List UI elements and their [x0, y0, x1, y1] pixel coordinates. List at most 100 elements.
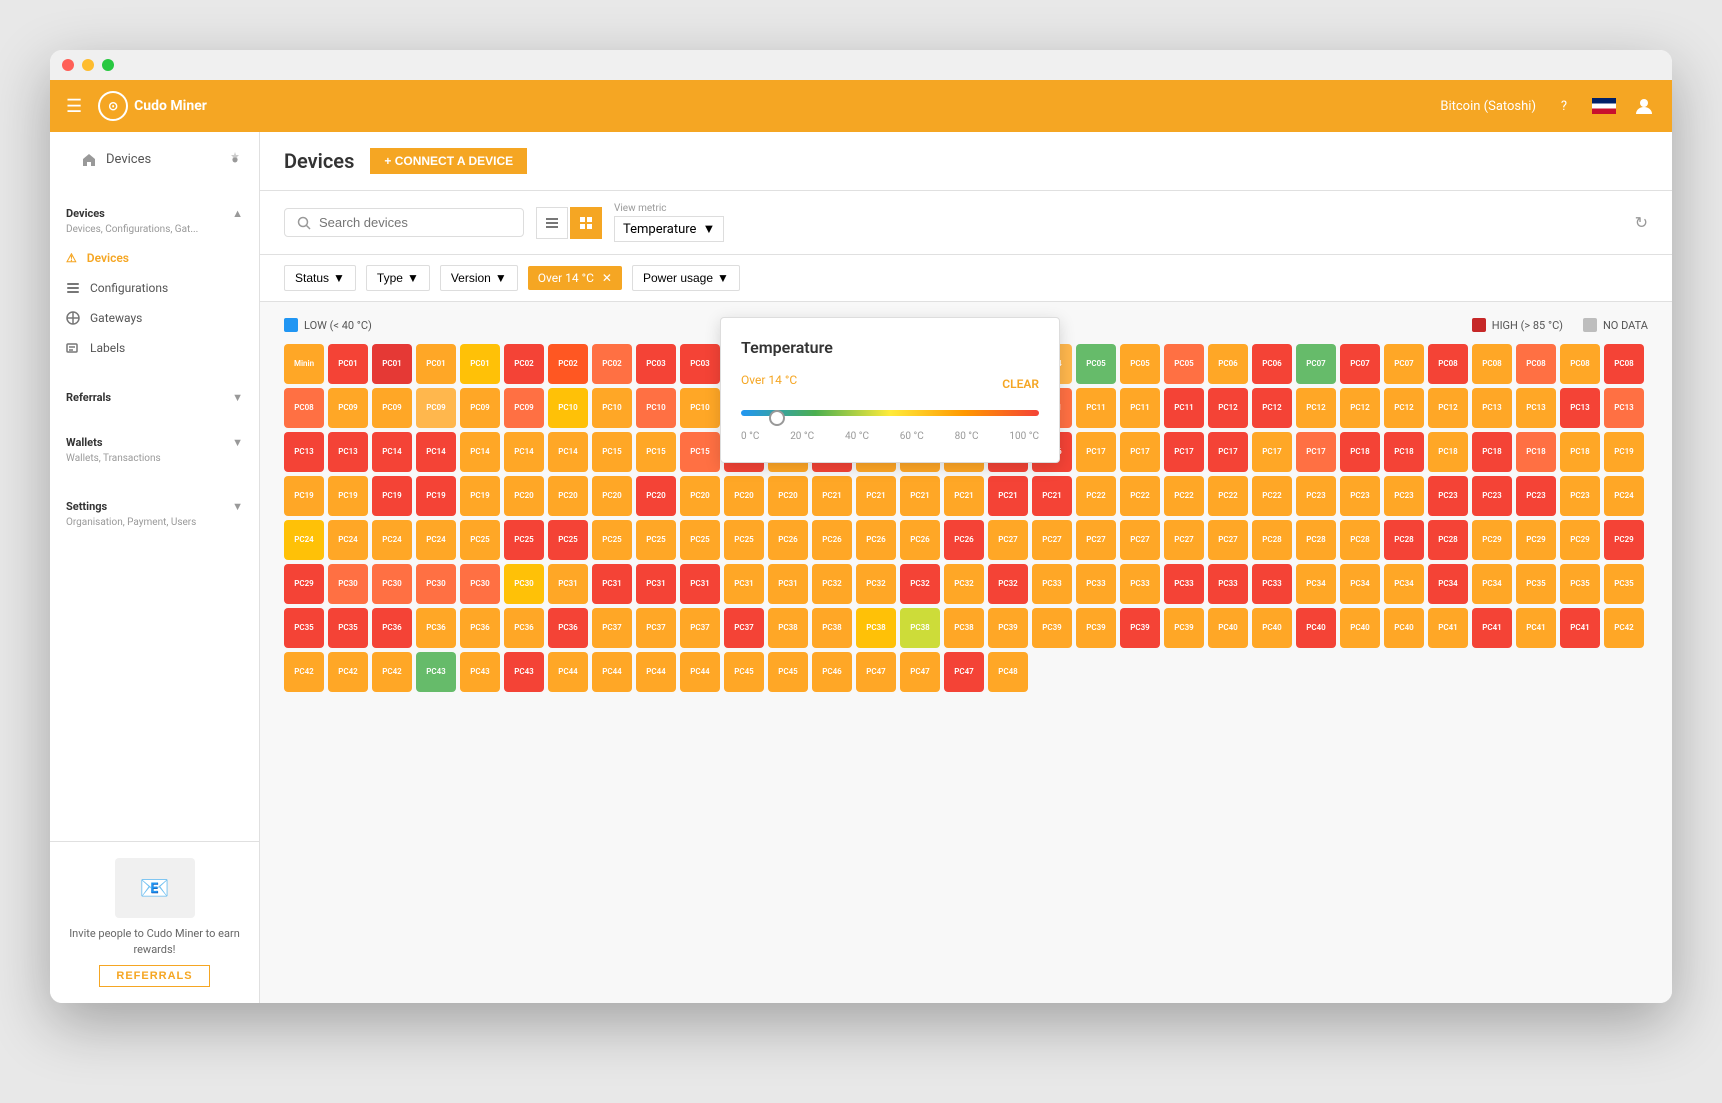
- device-tile[interactable]: PC43: [460, 652, 500, 692]
- device-tile[interactable]: PC48: [988, 652, 1028, 692]
- sidebar-item-gateways[interactable]: Gateways: [50, 303, 259, 333]
- device-tile[interactable]: PC35: [1560, 564, 1600, 604]
- device-tile[interactable]: PC08: [1472, 344, 1512, 384]
- device-tile[interactable]: PC23: [1340, 476, 1380, 516]
- device-tile[interactable]: PC32: [812, 564, 852, 604]
- device-tile[interactable]: PC18: [1428, 432, 1468, 472]
- device-tile[interactable]: PC31: [724, 564, 764, 604]
- device-tile[interactable]: PC21: [856, 476, 896, 516]
- device-tile[interactable]: PC23: [1384, 476, 1424, 516]
- device-tile[interactable]: PC13: [1560, 388, 1600, 428]
- device-tile[interactable]: PC05: [1120, 344, 1160, 384]
- device-tile[interactable]: PC33: [1164, 564, 1204, 604]
- device-tile[interactable]: PC12: [1340, 388, 1380, 428]
- device-tile[interactable]: PC14: [548, 432, 588, 472]
- device-tile[interactable]: PC38: [944, 608, 984, 648]
- device-tile[interactable]: PC39: [1076, 608, 1116, 648]
- wallets-section-title[interactable]: Wallets ▼: [50, 424, 259, 453]
- device-tile[interactable]: PC47: [900, 652, 940, 692]
- device-tile[interactable]: PC08: [1560, 344, 1600, 384]
- device-tile[interactable]: PC35: [328, 608, 368, 648]
- device-tile[interactable]: PC15: [636, 432, 676, 472]
- device-tile[interactable]: PC29: [1604, 520, 1644, 560]
- device-tile[interactable]: PC27: [988, 520, 1028, 560]
- device-tile[interactable]: PC05: [1164, 344, 1204, 384]
- device-tile[interactable]: PC37: [592, 608, 632, 648]
- device-tile[interactable]: PC01: [328, 344, 368, 384]
- device-tile[interactable]: PC36: [416, 608, 456, 648]
- device-tile[interactable]: PC32: [944, 564, 984, 604]
- device-tile[interactable]: PC36: [548, 608, 588, 648]
- device-tile[interactable]: PC22: [1252, 476, 1292, 516]
- device-tile[interactable]: PC34: [1472, 564, 1512, 604]
- device-tile[interactable]: PC39: [988, 608, 1028, 648]
- device-tile[interactable]: PC24: [1604, 476, 1644, 516]
- status-filter[interactable]: Status ▼: [284, 265, 356, 291]
- device-tile[interactable]: PC40: [1384, 608, 1424, 648]
- device-tile[interactable]: PC12: [1208, 388, 1248, 428]
- device-tile[interactable]: PC38: [768, 608, 808, 648]
- settings-icon[interactable]: [227, 152, 243, 168]
- device-tile[interactable]: PC10: [636, 388, 676, 428]
- device-tile[interactable]: PC42: [1604, 608, 1644, 648]
- device-tile[interactable]: PC28: [1384, 520, 1424, 560]
- device-tile[interactable]: PC41: [1428, 608, 1468, 648]
- device-tile[interactable]: PC14: [372, 432, 412, 472]
- device-tile[interactable]: PC29: [1516, 520, 1556, 560]
- device-tile[interactable]: PC13: [1472, 388, 1512, 428]
- device-tile[interactable]: PC31: [548, 564, 588, 604]
- device-tile[interactable]: PC37: [636, 608, 676, 648]
- device-tile[interactable]: PC47: [856, 652, 896, 692]
- device-tile[interactable]: PC11: [1120, 388, 1160, 428]
- sidebar-item-configurations[interactable]: Configurations: [50, 273, 259, 303]
- referrals-button[interactable]: REFERRALS: [99, 965, 209, 987]
- device-tile[interactable]: PC41: [1560, 608, 1600, 648]
- device-tile[interactable]: PC38: [856, 608, 896, 648]
- device-tile[interactable]: PC22: [1120, 476, 1160, 516]
- device-tile[interactable]: PC27: [1208, 520, 1248, 560]
- device-tile[interactable]: PC12: [1428, 388, 1468, 428]
- device-tile[interactable]: PC47: [944, 652, 984, 692]
- temperature-slider[interactable]: [741, 403, 1039, 423]
- device-tile[interactable]: PC07: [1384, 344, 1424, 384]
- device-tile[interactable]: PC33: [1120, 564, 1160, 604]
- device-tile[interactable]: PC22: [1208, 476, 1248, 516]
- device-tile[interactable]: PC02: [548, 344, 588, 384]
- device-tile[interactable]: PC12: [1296, 388, 1336, 428]
- device-tile[interactable]: PC34: [1340, 564, 1380, 604]
- device-tile[interactable]: PC20: [724, 476, 764, 516]
- device-tile[interactable]: PC31: [768, 564, 808, 604]
- device-tile[interactable]: PC13: [1516, 388, 1556, 428]
- device-tile[interactable]: PC28: [1296, 520, 1336, 560]
- device-tile[interactable]: PC25: [724, 520, 764, 560]
- device-tile[interactable]: PC23: [1560, 476, 1600, 516]
- device-tile[interactable]: PC27: [1120, 520, 1160, 560]
- device-tile[interactable]: PC29: [284, 564, 324, 604]
- device-tile[interactable]: PC22: [1164, 476, 1204, 516]
- device-tile[interactable]: PC09: [372, 388, 412, 428]
- device-tile[interactable]: PC24: [328, 520, 368, 560]
- device-tile[interactable]: PC41: [1516, 608, 1556, 648]
- connect-device-button[interactable]: + CONNECT A DEVICE: [370, 148, 527, 174]
- device-tile[interactable]: PC12: [1252, 388, 1292, 428]
- list-view-button[interactable]: [536, 207, 568, 239]
- device-tile[interactable]: PC15: [680, 432, 720, 472]
- device-tile[interactable]: PC25: [548, 520, 588, 560]
- settings-section-title[interactable]: Settings ▼: [50, 488, 259, 517]
- device-tile[interactable]: PC11: [1164, 388, 1204, 428]
- device-tile[interactable]: PC18: [1516, 432, 1556, 472]
- device-tile[interactable]: PC12: [1384, 388, 1424, 428]
- device-tile[interactable]: PC08: [1428, 344, 1468, 384]
- device-tile[interactable]: PC35: [1604, 564, 1644, 604]
- device-tile[interactable]: PC30: [372, 564, 412, 604]
- device-tile[interactable]: PC10: [592, 388, 632, 428]
- device-tile[interactable]: PC13: [1604, 388, 1644, 428]
- device-tile[interactable]: PC10: [548, 388, 588, 428]
- menu-icon[interactable]: ☰: [66, 96, 82, 117]
- search-input[interactable]: [319, 215, 499, 230]
- device-tile[interactable]: PC44: [592, 652, 632, 692]
- device-tile[interactable]: PC43: [504, 652, 544, 692]
- device-tile[interactable]: PC36: [504, 608, 544, 648]
- device-tile[interactable]: PC21: [900, 476, 940, 516]
- device-tile[interactable]: PC24: [372, 520, 412, 560]
